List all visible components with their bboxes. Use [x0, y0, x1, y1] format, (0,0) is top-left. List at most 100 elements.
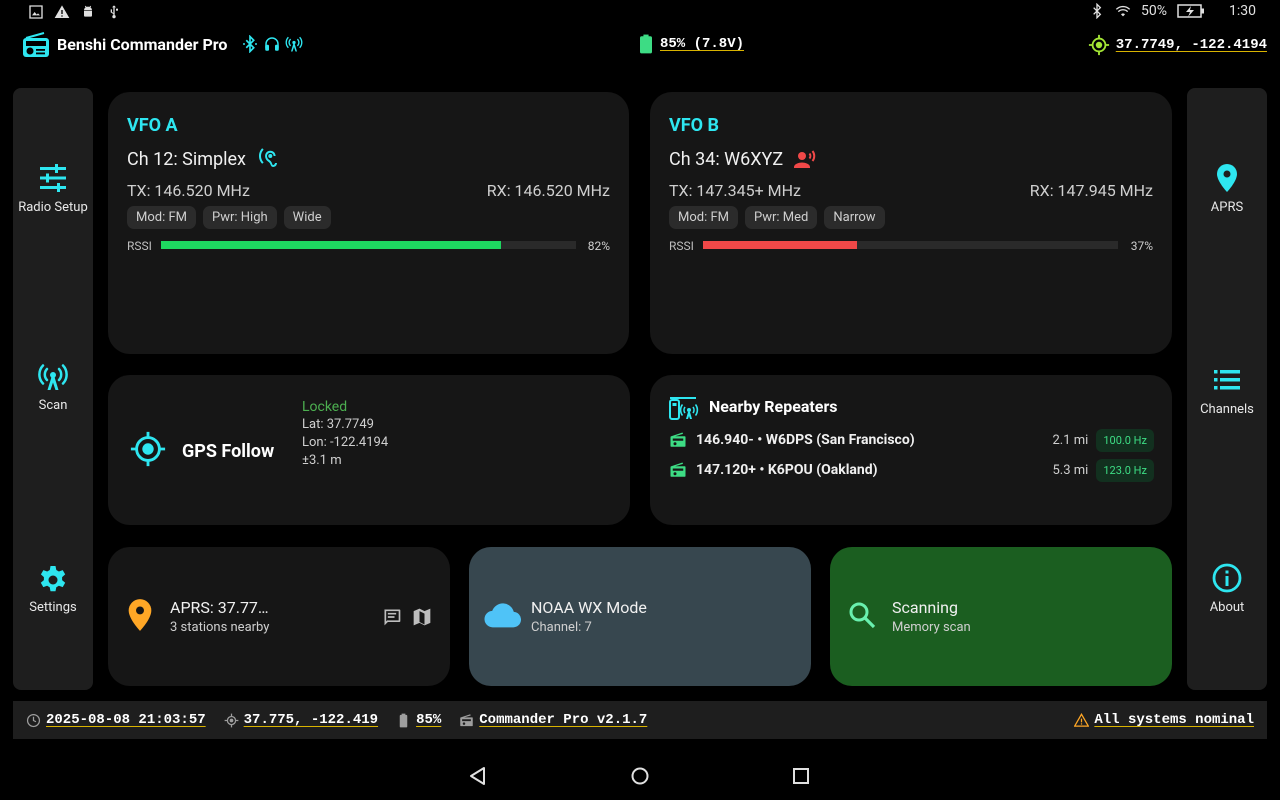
rail-item-radio-setup[interactable]: Radio Setup — [13, 162, 93, 215]
rssi-meter — [161, 241, 576, 249]
gps-position[interactable]: 37.7749, -122.4194 — [1088, 34, 1267, 56]
gps-position-value: 37.7749, -122.4194 — [1115, 37, 1267, 53]
left-nav-rail: Radio Setup Scan Settings — [13, 88, 93, 690]
rail-item-aprs[interactable]: APRS — [1187, 162, 1267, 215]
noaa-wx-card[interactable]: NOAA WX Mode Channel: 7 — [469, 547, 811, 686]
rssi-label: RSSI — [669, 239, 694, 253]
repeater-row[interactable]: 147.120+ • K6POU (Oakland) 5.3 mi 123.0 … — [669, 458, 1154, 482]
battery-percent: 50% — [1141, 3, 1167, 19]
rssi-meter — [703, 241, 1118, 249]
repeater-icon — [669, 397, 699, 420]
channel-label: Ch 12: Simplex — [127, 148, 246, 170]
gear-icon — [40, 566, 66, 592]
rail-label: Scan — [38, 398, 68, 413]
back-icon[interactable] — [468, 766, 488, 786]
rail-item-about[interactable]: About — [1187, 562, 1267, 615]
battery-charging-icon — [1177, 4, 1204, 18]
aprs-title: APRS: 37.77… — [170, 598, 269, 617]
footer-system-status[interactable]: All systems nominal — [1074, 712, 1254, 728]
location-pin-icon — [128, 599, 152, 631]
channel-label: Ch 34: W6XYZ — [669, 148, 784, 170]
rail-label: Channels — [1200, 402, 1254, 417]
bluetooth-icon — [1093, 3, 1102, 19]
vfo-a-title: VFO A — [127, 115, 178, 136]
list-icon — [1214, 370, 1240, 390]
transmit-voice-icon — [794, 150, 816, 168]
vfo-b-title: VFO B — [669, 115, 720, 136]
bandwidth-chip: Narrow — [824, 206, 885, 229]
coords-value: 37.775, -122.419 — [243, 712, 379, 728]
location-pin-icon — [1217, 164, 1237, 192]
datetime-value: 2025-08-08 21:03:57 — [46, 712, 206, 728]
rssi-fill — [161, 241, 502, 249]
noaa-title: NOAA WX Mode — [531, 598, 647, 617]
battery-icon — [399, 713, 408, 727]
scanning-subtitle: Memory scan — [892, 620, 971, 635]
footer-coords[interactable]: 37.775, -122.419 — [224, 712, 378, 728]
radio-icon — [23, 32, 49, 57]
radio-battery-value: 85% (7.8V) — [660, 36, 745, 52]
warning-icon — [54, 5, 70, 18]
footer-battery[interactable]: 85% — [396, 712, 441, 728]
gps-icon — [224, 713, 239, 727]
repeater-row[interactable]: 146.940- • W6DPS (San Francisco) 2.1 mi … — [669, 428, 1154, 452]
home-icon[interactable] — [630, 766, 650, 786]
notification-icons — [28, 4, 122, 20]
power-chip: Pwr: High — [203, 206, 277, 229]
recents-icon[interactable] — [791, 766, 811, 786]
footer-datetime[interactable]: 2025-08-08 21:03:57 — [26, 712, 206, 728]
clock: 1:30 — [1229, 3, 1256, 19]
rail-item-settings[interactable]: Settings — [13, 562, 93, 615]
map-icon[interactable] — [412, 607, 432, 627]
gps-info: Locked Lat: 37.7749 Lon: -122.4194 ±3.1 … — [302, 398, 388, 470]
version-value: Commander Pro v2.1.7 — [479, 712, 648, 728]
repeater-tone: 100.0 Hz — [1096, 428, 1154, 452]
footer-version[interactable]: Commander Pro v2.1.7 — [459, 712, 647, 728]
vfo-a-rx: RX: 146.520 MHz — [486, 181, 610, 200]
clock-icon — [26, 713, 41, 727]
repeater-distance: 5.3 mi — [1052, 462, 1089, 478]
nearby-repeaters-card[interactable]: Nearby Repeaters 146.940- • W6DPS (San F… — [650, 375, 1172, 525]
noaa-subtitle: Channel: 7 — [531, 620, 592, 635]
scanning-title: Scanning — [892, 598, 958, 617]
hearing-icon — [258, 148, 277, 167]
info-icon — [1212, 563, 1242, 593]
right-nav-rail: APRS Channels About — [1187, 88, 1267, 690]
gps-fixed-icon — [130, 431, 166, 467]
vfo-b-rx: RX: 147.945 MHz — [1029, 181, 1153, 200]
radio-icon — [670, 432, 686, 447]
system-status-value: All systems nominal — [1094, 712, 1254, 728]
repeater-distance: 2.1 mi — [1052, 432, 1089, 448]
aprs-subtitle: 3 stations nearby — [170, 620, 270, 635]
rail-item-scan[interactable]: Scan — [13, 360, 93, 413]
repeater-tone: 123.0 Hz — [1096, 458, 1154, 482]
vfo-a-chips: Mod: FM Pwr: High Wide — [127, 206, 331, 229]
headset-icon — [265, 37, 279, 51]
cloud-icon — [484, 603, 521, 628]
antenna-icon — [285, 36, 303, 52]
system-nav-bar — [0, 752, 1280, 800]
message-icon[interactable] — [382, 607, 402, 627]
gps-accuracy: ±3.1 m — [302, 453, 342, 468]
repeaters-title: Nearby Repeaters — [709, 397, 838, 416]
mode-chip: Mod: FM — [127, 206, 197, 229]
rssi-percent: 37% — [1130, 239, 1153, 253]
scan-icon — [38, 364, 68, 390]
scanning-card[interactable]: Scanning Memory scan — [830, 547, 1172, 686]
vfo-a-tx: TX: 146.520 MHz — [127, 181, 250, 200]
vfo-a-card[interactable]: VFO A Ch 12: Simplex TX: 146.520 MHz RX:… — [108, 92, 629, 354]
search-icon — [849, 602, 876, 629]
radio-battery[interactable]: 85% (7.8V) — [640, 34, 744, 54]
app-title: Benshi Commander Pro — [57, 35, 228, 54]
radio-icon — [670, 462, 686, 477]
gps-follow-card[interactable]: GPS Follow Locked Lat: 37.7749 Lon: -122… — [108, 375, 630, 525]
rail-item-channels[interactable]: Channels — [1187, 364, 1267, 417]
gps-fixed-icon — [1088, 34, 1109, 56]
radio-icon — [460, 713, 474, 726]
aprs-card[interactable]: APRS: 37.77… 3 stations nearby — [108, 547, 450, 686]
vfo-a-channel: Ch 12: Simplex — [127, 147, 280, 171]
vfo-b-card[interactable]: VFO B Ch 34: W6XYZ TX: 147.345+ MHz RX: … — [650, 92, 1172, 354]
gps-lock-status: Locked — [302, 399, 348, 415]
battery-icon — [640, 34, 652, 54]
vfo-b-chips: Mod: FM Pwr: Med Narrow — [669, 206, 885, 229]
